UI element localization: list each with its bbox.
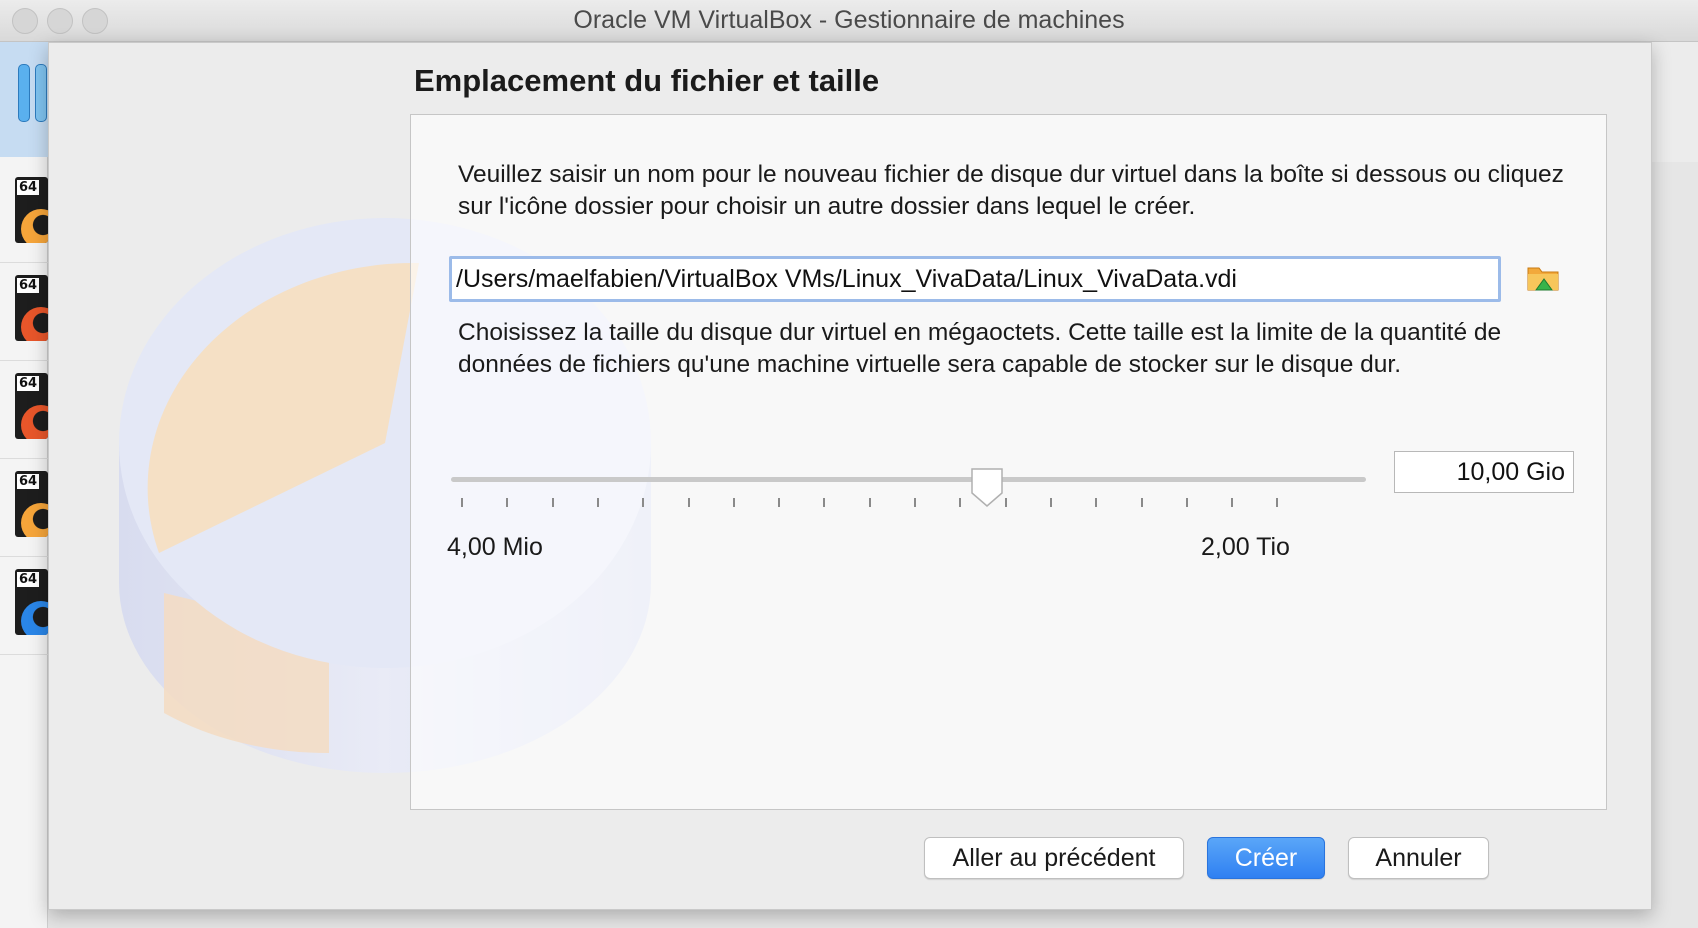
cancel-button[interactable]: Annuler bbox=[1348, 837, 1489, 879]
slider-tick bbox=[1231, 498, 1234, 507]
slider-tick bbox=[868, 498, 871, 507]
slider-tick bbox=[687, 498, 690, 507]
slider-tick bbox=[1095, 498, 1098, 507]
arch-badge: 64 bbox=[17, 376, 40, 391]
slider-max-label: 2,00 Tio bbox=[1201, 533, 1290, 561]
sidebar-item-vm[interactable]: 64 bbox=[0, 157, 48, 263]
os-icon: 64 bbox=[15, 177, 48, 243]
wizard-content: Veuillez saisir un nom pour le nouveau f… bbox=[410, 114, 1607, 810]
disk-size-description: Choisissez la taille du disque dur virtu… bbox=[458, 319, 1502, 378]
window-titlebar: Oracle VM VirtualBox - Gestionnaire de m… bbox=[0, 0, 1698, 42]
slider-tick bbox=[1140, 498, 1143, 507]
sidebar-item-vm[interactable]: 64 bbox=[0, 549, 48, 655]
sidebar-item-vm[interactable]: 64 bbox=[0, 353, 48, 459]
file-location-description: Veuillez saisir un nom pour le nouveau f… bbox=[458, 161, 1564, 220]
arch-badge: 64 bbox=[17, 180, 40, 195]
arch-badge: 64 bbox=[17, 278, 40, 293]
folder-open-icon[interactable] bbox=[1526, 260, 1562, 296]
slider-tick bbox=[1185, 498, 1188, 507]
slider-tick bbox=[914, 498, 916, 507]
slider-min-label: 4,00 Mio bbox=[447, 533, 543, 561]
file-path-input[interactable] bbox=[449, 256, 1501, 302]
slider-track[interactable] bbox=[451, 477, 1366, 482]
slider-tick bbox=[823, 498, 826, 507]
create-button[interactable]: Créer bbox=[1207, 837, 1325, 879]
slider-tick bbox=[461, 498, 463, 507]
os-icon: 64 bbox=[15, 569, 48, 635]
slider-tick bbox=[1049, 498, 1052, 507]
vm-list-sidebar: 64 64 64 64 64 bbox=[0, 42, 48, 928]
sidebar-item-vm[interactable]: 64 bbox=[0, 255, 48, 361]
slider-tick bbox=[596, 498, 599, 507]
main-window-background bbox=[1650, 42, 1698, 162]
back-button[interactable]: Aller au précédent bbox=[924, 837, 1184, 879]
sidebar-item-tools[interactable] bbox=[0, 42, 48, 157]
slider-tick bbox=[551, 498, 554, 507]
slider-tick bbox=[1004, 498, 1007, 507]
slider-tick bbox=[959, 498, 962, 507]
os-icon: 64 bbox=[15, 471, 48, 537]
os-icon: 64 bbox=[15, 275, 48, 341]
slider-tick bbox=[506, 498, 509, 507]
sidebar-item-vm[interactable]: 64 bbox=[0, 451, 48, 557]
slider-tick bbox=[732, 498, 735, 507]
os-icon: 64 bbox=[15, 373, 48, 439]
disk-size-input[interactable] bbox=[1394, 451, 1574, 493]
window-title: Oracle VM VirtualBox - Gestionnaire de m… bbox=[573, 6, 1125, 34]
slider-thumb[interactable] bbox=[970, 467, 1004, 507]
create-disk-wizard: Emplacement du fichier et taille Veuille… bbox=[48, 42, 1652, 910]
arch-badge: 64 bbox=[17, 572, 40, 587]
arch-badge: 64 bbox=[17, 474, 40, 489]
slider-tick bbox=[778, 498, 781, 507]
wizard-title: Emplacement du fichier et taille bbox=[414, 63, 880, 98]
slider-tick bbox=[1276, 498, 1279, 507]
slider-tick bbox=[642, 498, 645, 507]
